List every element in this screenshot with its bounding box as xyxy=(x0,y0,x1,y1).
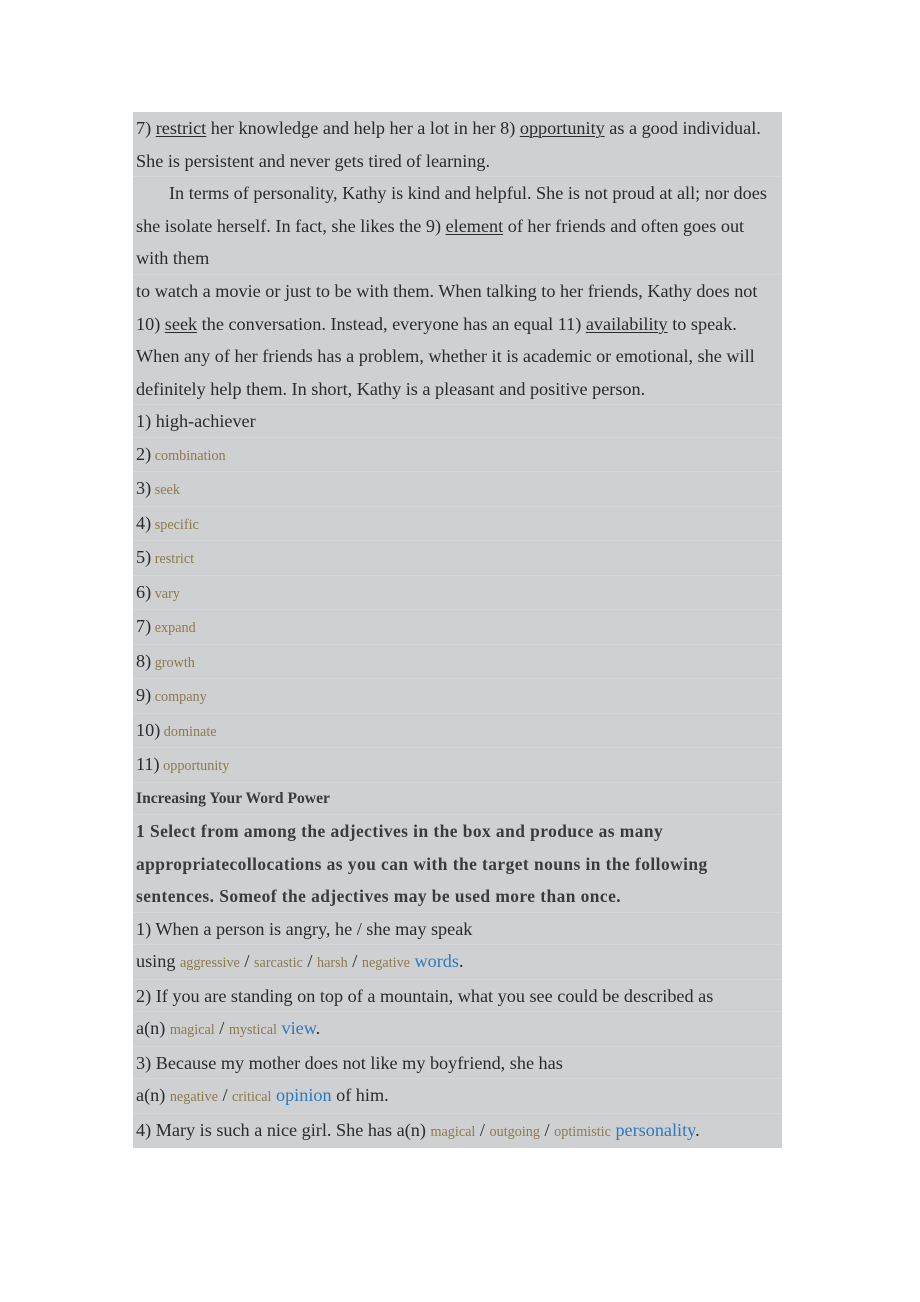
answer-word: specific xyxy=(151,516,199,533)
paragraph-1-text-a: 7) xyxy=(136,118,156,138)
collocation-target-noun: opinion xyxy=(271,1085,332,1106)
collocation-question: 2) If you are standing on top of a mount… xyxy=(133,980,782,1013)
blank-answer-8: opportunity xyxy=(519,118,605,138)
adjective-separator: / xyxy=(475,1119,490,1140)
answer-word: dominate xyxy=(160,723,217,740)
collocation-adjective: magical xyxy=(169,1022,215,1039)
collocation-answer-prefix: 4) Mary is such a nice girl. She has a(n… xyxy=(136,1119,431,1140)
answer-word: seek xyxy=(151,482,180,499)
collocation-suffix: . xyxy=(695,1119,700,1140)
answer-row: 5) restrict xyxy=(133,541,782,576)
adjective-separator: / xyxy=(214,1018,229,1039)
answer-word: high-achiever xyxy=(151,411,256,432)
collocation-adjective: harsh xyxy=(317,955,348,972)
exercise-instruction: 1 Select from among the adjectives in th… xyxy=(133,815,782,912)
collocation-answer: a(n) magical / mystical view. xyxy=(133,1012,782,1047)
section-heading: Increasing Your Word Power xyxy=(133,783,782,816)
collocation-suffix: of him. xyxy=(331,1085,389,1106)
collocation-suffix: . xyxy=(315,1018,321,1039)
collocation-adjective: negative xyxy=(169,1089,218,1106)
collocation-adjective: critical xyxy=(232,1089,272,1106)
collocation-target-noun: words xyxy=(409,951,459,972)
collocation-question: 3) Because my mother does not like my bo… xyxy=(133,1047,782,1080)
answer-row: 2) combination xyxy=(133,438,782,473)
answer-row: 10) dominate xyxy=(133,714,782,749)
paragraph-2: In terms of personality, Kathy is kind a… xyxy=(133,177,782,275)
answer-key-list: 1) high-achiever 2) combination 3) seek 4) … xyxy=(133,405,782,783)
collocation-answer: a(n) negative / critical opinion of him. xyxy=(133,1079,782,1114)
collocation-adjective: aggressive xyxy=(179,955,240,972)
selected-content-block: 7) restrict her knowledge and help her a… xyxy=(133,112,782,1149)
answer-word: vary xyxy=(151,585,180,602)
answer-number: 11) xyxy=(136,754,160,775)
answer-word: combination xyxy=(151,447,226,464)
collocation-answer-prefix: a(n) xyxy=(136,1018,170,1039)
blank-answer-7: restrict xyxy=(155,118,207,138)
answer-number: 10) xyxy=(136,719,161,740)
paragraph-3: to watch a movie or just to be with them… xyxy=(133,275,782,405)
answer-row: 7) expand xyxy=(133,610,782,645)
collocation-answer-prefix: using xyxy=(136,951,180,972)
answer-number: 1) xyxy=(136,411,152,432)
answer-row: 6) vary xyxy=(133,576,782,611)
collocation-exercise-list: 1) When a person is angry, he / she may … xyxy=(133,913,782,1149)
answer-row: 4) specific xyxy=(133,507,782,542)
answer-number: 2) xyxy=(136,443,152,464)
answer-number: 6) xyxy=(136,581,152,602)
document-page: 7) restrict her knowledge and help her a… xyxy=(0,0,920,1302)
answer-word: expand xyxy=(151,620,196,637)
adjective-separator: / xyxy=(217,1085,233,1106)
collocation-adjective: mystical xyxy=(228,1022,277,1039)
adjective-separator: / xyxy=(347,951,362,972)
collocation-adjective: outgoing xyxy=(489,1123,540,1140)
blank-answer-10: seek xyxy=(164,313,198,334)
answer-row: 11) opportunity xyxy=(133,748,782,783)
answer-number: 4) xyxy=(136,512,152,533)
answer-word: growth xyxy=(151,654,195,671)
answer-number: 8) xyxy=(136,650,152,671)
paragraph-3-text-b: the conversation. Instead, everyone has … xyxy=(197,313,586,334)
adjective-separator: / xyxy=(302,951,318,972)
blank-answer-9: element xyxy=(445,215,504,236)
answer-row: 9) company xyxy=(133,679,782,714)
collocation-adjective: optimistic xyxy=(554,1123,611,1140)
collocation-adjective: sarcastic xyxy=(254,955,303,972)
paragraph-1: 7) restrict her knowledge and help her a… xyxy=(133,112,782,177)
answer-word: opportunity xyxy=(159,758,230,775)
answer-number: 5) xyxy=(136,547,152,568)
collocation-target-noun: view xyxy=(276,1018,316,1039)
answer-word: restrict xyxy=(151,551,195,568)
paragraph-1-text-b: her knowledge and help her a lot in her … xyxy=(206,118,520,138)
collocation-answer: 4) Mary is such a nice girl. She has a(n… xyxy=(133,1114,782,1149)
collocation-adjective: negative xyxy=(361,955,410,972)
blank-answer-11: availability xyxy=(585,313,668,334)
adjective-separator: / xyxy=(239,951,255,972)
collocation-suffix: . xyxy=(458,951,464,972)
answer-number: 9) xyxy=(136,685,152,706)
answer-row: 8) growth xyxy=(133,645,782,680)
answer-number: 7) xyxy=(136,616,152,637)
collocation-adjective: magical xyxy=(430,1123,476,1140)
collocation-answer: using aggressive / sarcastic / harsh / n… xyxy=(133,945,782,980)
adjective-separator: / xyxy=(539,1119,555,1140)
collocation-answer-prefix: a(n) xyxy=(136,1085,170,1106)
answer-number: 3) xyxy=(136,478,152,499)
answer-word: company xyxy=(151,689,207,706)
collocation-target-noun: personality xyxy=(610,1119,696,1140)
answer-row: 1) high-achiever xyxy=(133,405,782,438)
collocation-question: 1) When a person is angry, he / she may … xyxy=(133,913,782,946)
answer-row: 3) seek xyxy=(133,472,782,507)
